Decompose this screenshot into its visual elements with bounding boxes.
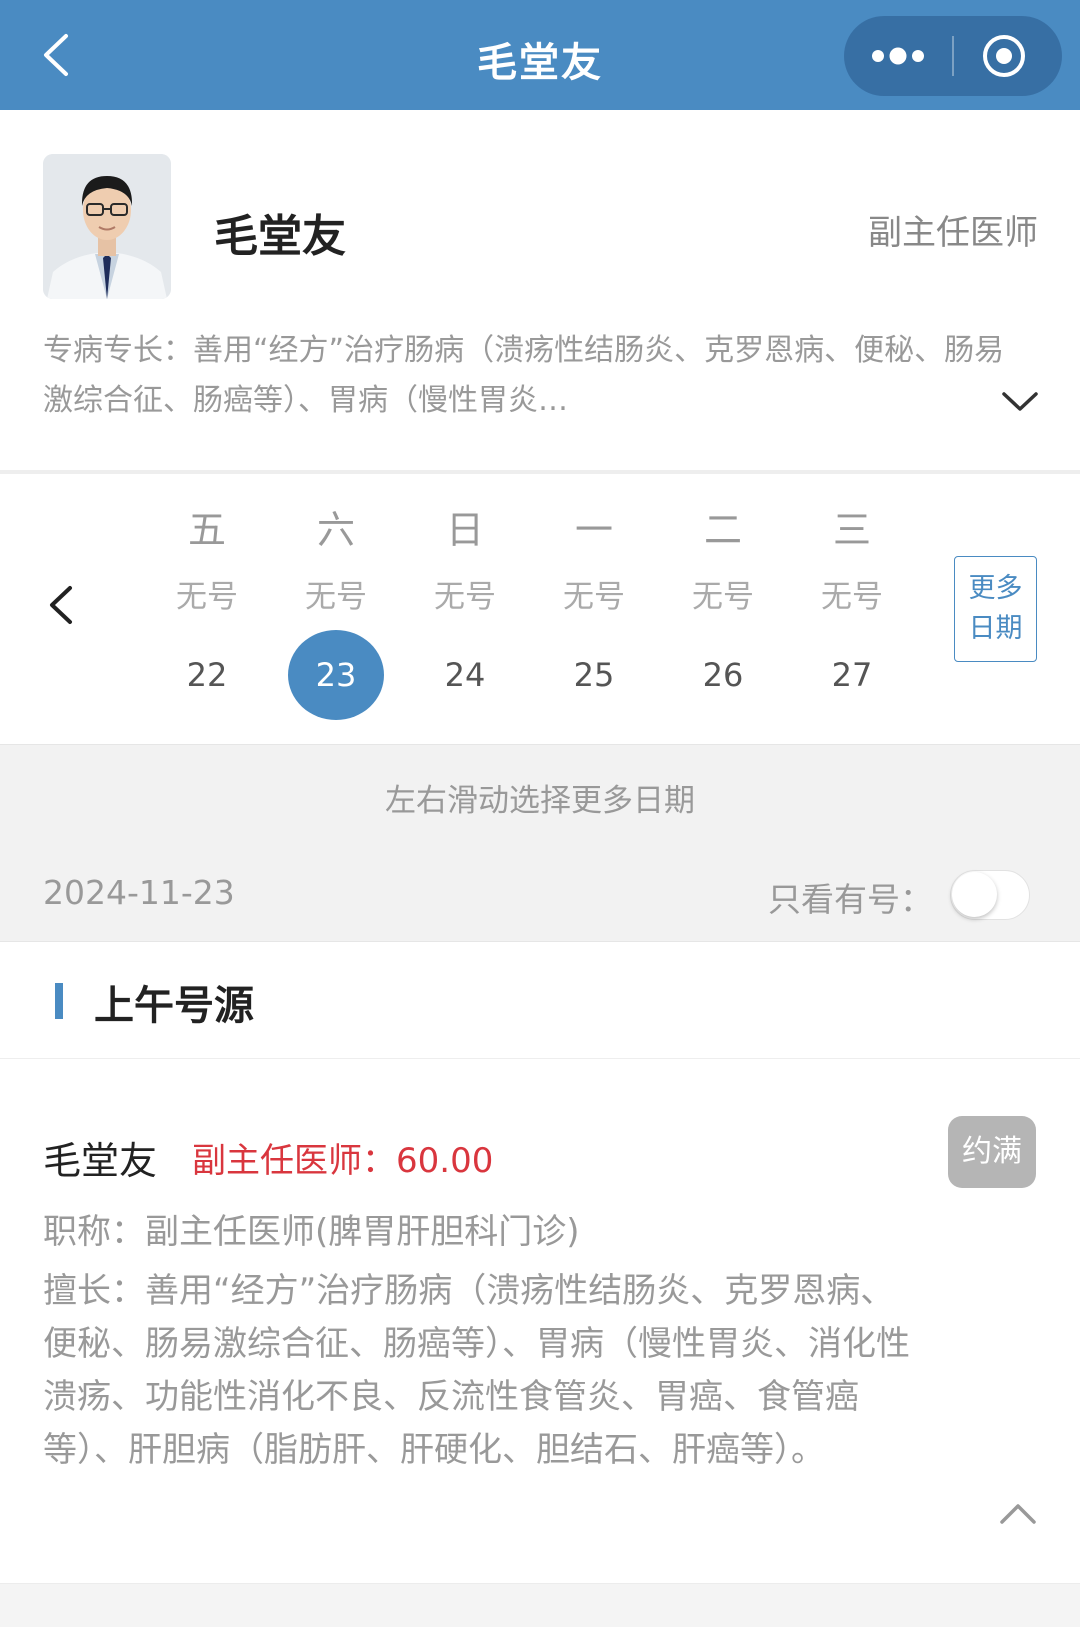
date-item-selected[interactable]: 六 无号 23: [281, 500, 391, 720]
availability-label: 无号: [563, 579, 625, 615]
slot-doctor-name: 毛堂友: [43, 1139, 158, 1183]
day-number: 26: [702, 656, 744, 694]
more-dates-label-line2: 日期: [968, 613, 1023, 644]
toggle-knob: [952, 872, 997, 917]
mini-program-capsule: [844, 16, 1062, 96]
doctor-title: 副主任医师: [868, 213, 1038, 253]
availability-label: 无号: [821, 579, 883, 615]
date-filter-bar: 左右滑动选择更多日期 2024-11-23 只看有号：: [0, 744, 1080, 942]
collapse-button[interactable]: [996, 1498, 1040, 1528]
date-item[interactable]: 一 无号 25: [539, 500, 649, 720]
day-number: 23: [288, 630, 384, 720]
more-dates-button[interactable]: 更多 日期: [954, 556, 1037, 662]
morning-section-title: 上午号源: [94, 983, 254, 1029]
slot-expertise: 擅长：善用“经方”治疗肠病（溃疡性结肠炎、克罗恩病、便秘、肠易激综合征、肠癌等）…: [43, 1271, 910, 1470]
weekday-label: 五: [187, 508, 226, 552]
availability-label: 无号: [692, 579, 754, 615]
weekday-label: 日: [445, 508, 484, 552]
day-number: 25: [573, 656, 615, 694]
slot-professional-title: 职称：副主任医师(脾胃肝胆科门诊): [43, 1212, 580, 1252]
doctor-photo: [43, 154, 171, 299]
slot-price: 副主任医师：60.00: [192, 1141, 494, 1181]
date-item[interactable]: 日 无号 24: [410, 500, 520, 720]
top-navbar: 毛堂友: [0, 0, 1080, 110]
doctor-specialty: 专病专长：善用“经方”治疗肠病（溃疡性结肠炎、克罗恩病、便秘、肠易激综合征、肠癌…: [43, 333, 1005, 418]
day-number: 27: [831, 656, 873, 694]
date-item[interactable]: 五 无号 22: [152, 500, 262, 720]
section-divider: [0, 1058, 1080, 1059]
date-item[interactable]: 二 无号 26: [668, 500, 778, 720]
target-circle-icon: [983, 35, 1025, 77]
availability-label: 无号: [176, 579, 238, 615]
more-dates-label-line1: 更多: [968, 573, 1023, 604]
doctor-name: 毛堂友: [214, 211, 346, 262]
day-number: 22: [186, 656, 228, 694]
selected-date: 2024-11-23: [43, 873, 235, 912]
swipe-hint: 左右滑动选择更多日期: [385, 783, 695, 819]
chevron-left-icon: [50, 586, 72, 624]
weekday-label: 二: [703, 508, 742, 552]
chevron-down-icon: [1002, 392, 1038, 411]
more-button[interactable]: [844, 16, 952, 96]
expand-specialty-button[interactable]: [998, 385, 1042, 417]
chevron-up-icon: [1000, 1504, 1036, 1524]
day-number: 24: [444, 656, 486, 694]
weekday-label: 六: [316, 508, 355, 552]
weekday-label: 一: [574, 508, 613, 552]
weekday-label: 三: [832, 508, 871, 552]
fully-booked-button[interactable]: 约满: [948, 1116, 1036, 1188]
only-available-toggle[interactable]: [950, 870, 1030, 920]
date-item[interactable]: 三 无号 27: [797, 500, 907, 720]
doctor-avatar: [43, 154, 171, 299]
section-divider: [0, 470, 1080, 474]
close-mini-program-button[interactable]: [954, 16, 1062, 96]
section-accent-bar: [55, 983, 63, 1019]
prev-week-button[interactable]: [42, 580, 82, 630]
only-available-label: 只看有号：: [768, 880, 933, 919]
availability-label: 无号: [305, 579, 367, 615]
ellipsis-icon: [872, 47, 924, 65]
availability-label: 无号: [434, 579, 496, 615]
bottom-spacer: [0, 1583, 1080, 1627]
